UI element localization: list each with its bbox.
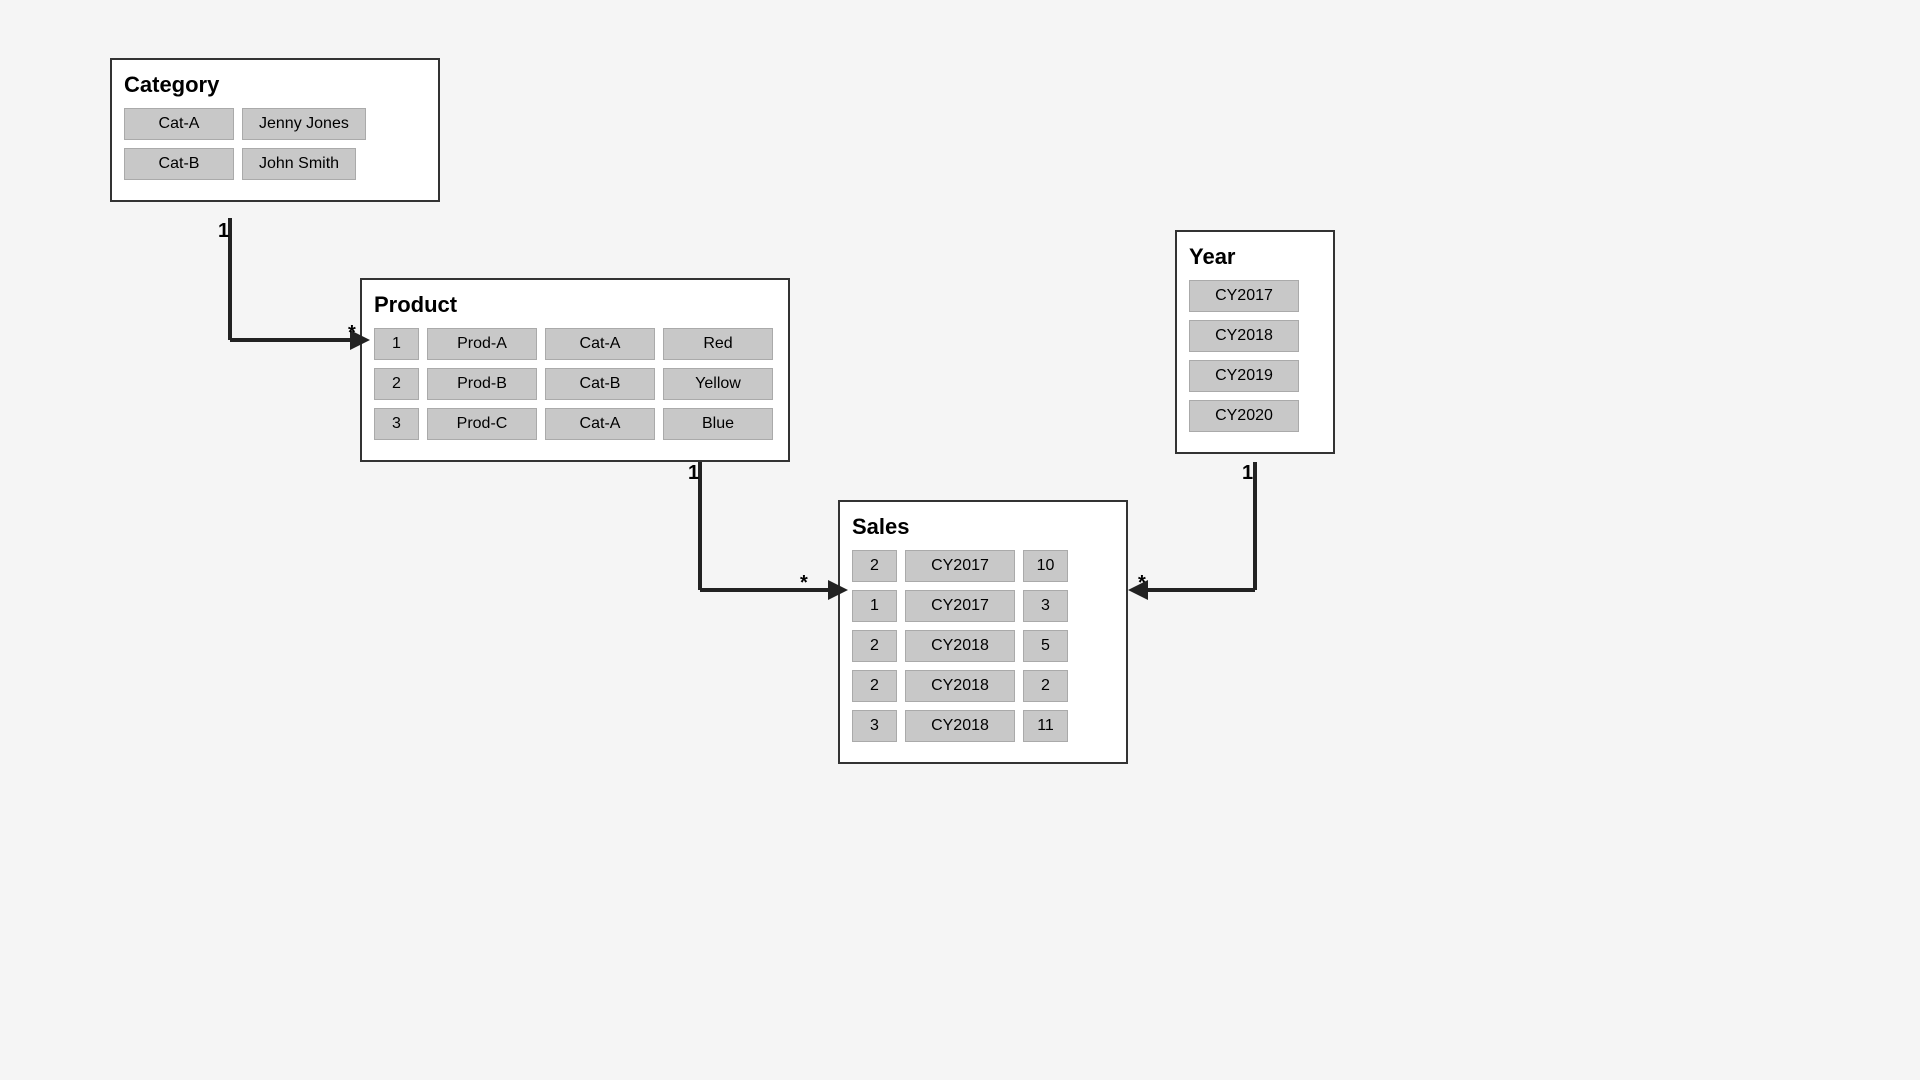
category-row-1: Cat-A Jenny Jones (124, 108, 426, 140)
s3-prod: 2 (852, 630, 897, 662)
year-title: Year (1189, 244, 1321, 270)
diagram-container: Category Cat-A Jenny Jones Cat-B John Sm… (0, 0, 1920, 1080)
product-table: Product 1 Prod-A Cat-A Red 2 Prod-B Cat-… (360, 278, 790, 462)
s1-year: CY2017 (905, 550, 1015, 582)
year-row-1: CY2017 (1189, 280, 1321, 312)
cat-b-cell: Cat-B (124, 148, 234, 180)
s3-val: 5 (1023, 630, 1068, 662)
p1-color: Red (663, 328, 773, 360)
s2-prod: 1 (852, 590, 897, 622)
sales-table: Sales 2 CY2017 10 1 CY2017 3 2 CY2018 5 … (838, 500, 1128, 764)
product-row-1: 1 Prod-A Cat-A Red (374, 328, 776, 360)
category-row-2: Cat-B John Smith (124, 148, 426, 180)
john-smith-cell: John Smith (242, 148, 356, 180)
year-table: Year CY2017 CY2018 CY2019 CY2020 (1175, 230, 1335, 454)
p3-cat: Cat-A (545, 408, 655, 440)
product-title: Product (374, 292, 776, 318)
label-year-sales-star: * (1138, 572, 1146, 595)
cy2018-cell: CY2018 (1189, 320, 1299, 352)
sales-row-1: 2 CY2017 10 (852, 550, 1114, 582)
cy2019-cell: CY2019 (1189, 360, 1299, 392)
p1-id: 1 (374, 328, 419, 360)
s4-val: 2 (1023, 670, 1068, 702)
p2-cat: Cat-B (545, 368, 655, 400)
s2-val: 3 (1023, 590, 1068, 622)
p3-name: Prod-C (427, 408, 537, 440)
s1-val: 10 (1023, 550, 1068, 582)
sales-row-2: 1 CY2017 3 (852, 590, 1114, 622)
p3-color: Blue (663, 408, 773, 440)
p2-color: Yellow (663, 368, 773, 400)
year-row-3: CY2019 (1189, 360, 1321, 392)
s4-prod: 2 (852, 670, 897, 702)
s3-year: CY2018 (905, 630, 1015, 662)
product-row-3: 3 Prod-C Cat-A Blue (374, 408, 776, 440)
s5-val: 11 (1023, 710, 1068, 742)
jenny-jones-cell: Jenny Jones (242, 108, 366, 140)
s2-year: CY2017 (905, 590, 1015, 622)
label-cat-product-star: * (348, 322, 356, 345)
category-table: Category Cat-A Jenny Jones Cat-B John Sm… (110, 58, 440, 202)
s5-prod: 3 (852, 710, 897, 742)
s1-prod: 2 (852, 550, 897, 582)
s4-year: CY2018 (905, 670, 1015, 702)
year-row-4: CY2020 (1189, 400, 1321, 432)
label-product-sales-star: * (800, 572, 808, 595)
sales-row-4: 2 CY2018 2 (852, 670, 1114, 702)
sales-row-3: 2 CY2018 5 (852, 630, 1114, 662)
label-year-sales-one: 1 (1242, 462, 1253, 485)
cy2020-cell: CY2020 (1189, 400, 1299, 432)
label-product-sales-one: 1 (688, 462, 699, 485)
s5-year: CY2018 (905, 710, 1015, 742)
p2-id: 2 (374, 368, 419, 400)
p2-name: Prod-B (427, 368, 537, 400)
sales-row-5: 3 CY2018 11 (852, 710, 1114, 742)
p3-id: 3 (374, 408, 419, 440)
sales-title: Sales (852, 514, 1114, 540)
p1-cat: Cat-A (545, 328, 655, 360)
label-cat-product-one: 1 (218, 220, 229, 243)
p1-name: Prod-A (427, 328, 537, 360)
cat-a-cell: Cat-A (124, 108, 234, 140)
category-title: Category (124, 72, 426, 98)
cy2017-cell: CY2017 (1189, 280, 1299, 312)
product-row-2: 2 Prod-B Cat-B Yellow (374, 368, 776, 400)
year-row-2: CY2018 (1189, 320, 1321, 352)
